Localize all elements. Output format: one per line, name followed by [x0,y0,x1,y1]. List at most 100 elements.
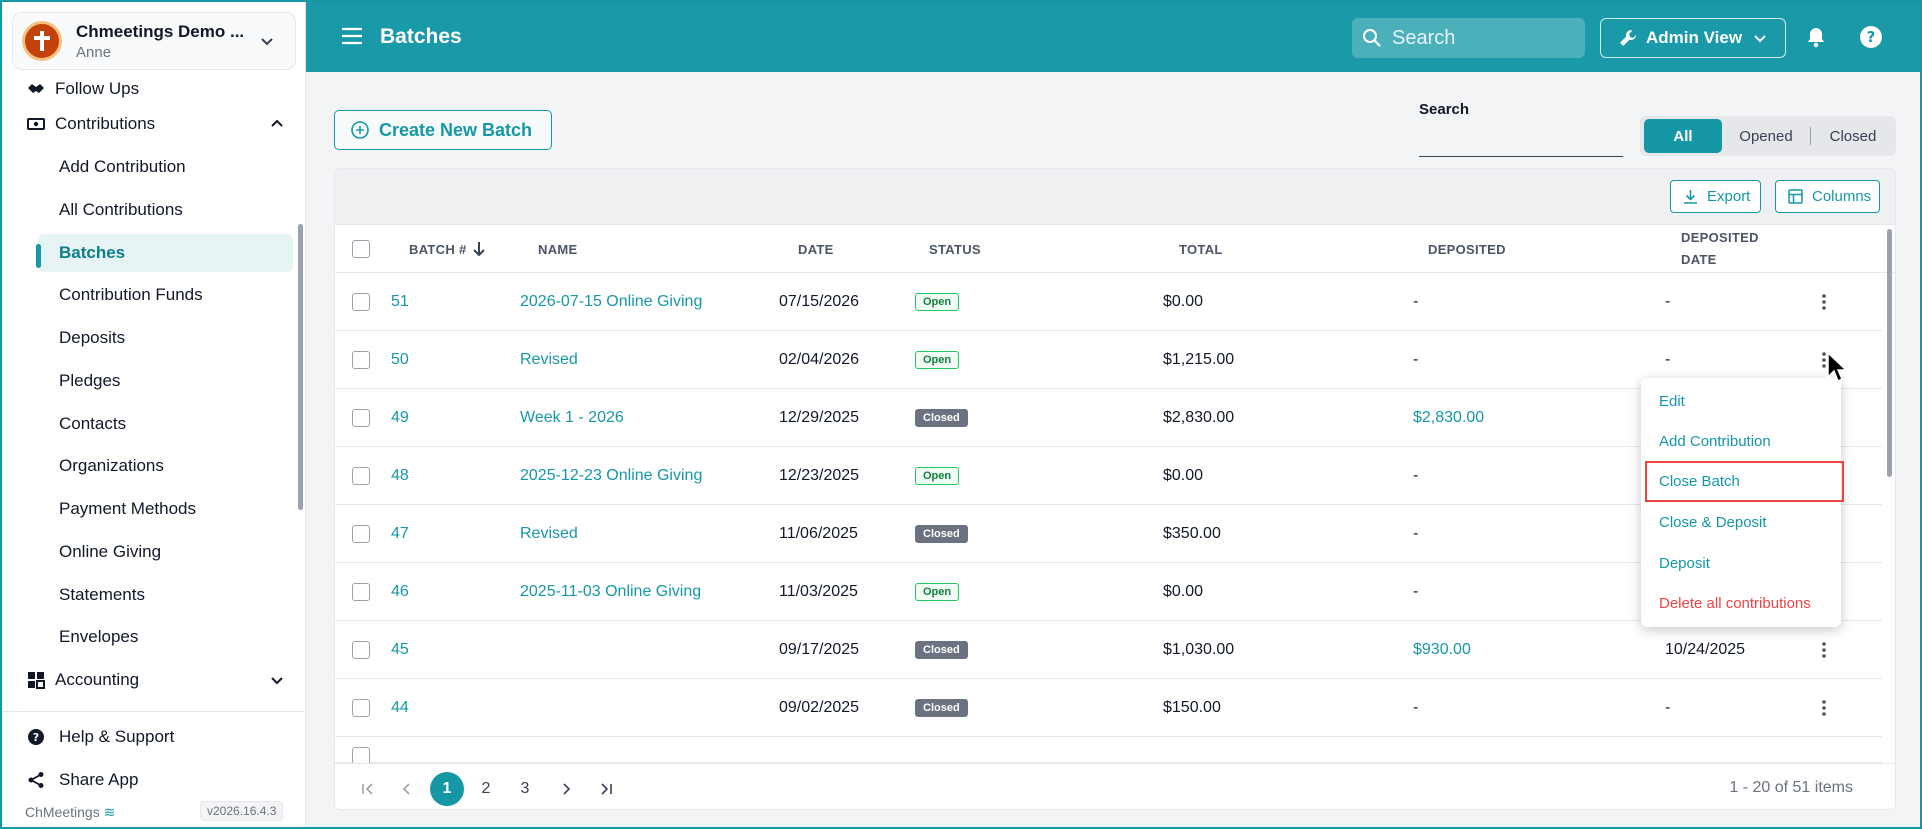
batch-name-link[interactable]: 2026-07-15 Online Giving [520,273,702,331]
col-deposited[interactable]: DEPOSITED [1428,225,1506,273]
menu-edit[interactable]: Edit [1641,381,1841,421]
row-checkbox[interactable] [352,447,370,505]
row-actions-button[interactable] [1822,679,1826,737]
batch-number-link[interactable]: 51 [391,273,409,331]
menu-icon[interactable] [342,27,362,45]
filter-opened[interactable]: Opened [1722,119,1810,153]
sidebar-item-deposits[interactable]: Deposits [2,319,304,357]
row-checkbox[interactable] [352,737,370,765]
menu-deposit[interactable]: Deposit [1641,543,1841,583]
sidebar-item-statements[interactable]: Statements [2,576,304,614]
col-status[interactable]: STATUS [929,225,981,273]
batch-number-link[interactable]: 47 [391,505,409,563]
row-checkbox[interactable] [352,679,370,737]
col-batch-number[interactable]: BATCH # [409,225,486,273]
col-date[interactable]: DATE [798,225,834,273]
row-checkbox[interactable] [352,621,370,679]
filter-closed[interactable]: Closed [1811,119,1895,153]
last-page-button[interactable] [589,772,623,806]
first-page-icon [362,783,373,795]
next-page-button[interactable] [549,772,583,806]
batch-name-link[interactable]: 2025-11-03 Online Giving [520,563,701,621]
sidebar-item-accounting[interactable]: Accounting [2,661,304,692]
help-icon[interactable]: ? [1859,25,1883,49]
page-1-button[interactable]: 1 [430,772,464,806]
columns-button[interactable]: Columns [1775,180,1880,213]
menu-close-and-deposit[interactable]: Close & Deposit [1641,502,1841,542]
batch-name-link[interactable]: Revised [520,505,578,563]
menu-add-contribution[interactable]: Add Contribution [1641,421,1841,461]
sidebar-item-online-giving[interactable]: Online Giving [2,533,304,571]
global-search[interactable] [1352,18,1585,58]
checkbox[interactable] [352,583,370,601]
admin-view-dropdown[interactable]: Admin View [1600,18,1786,58]
sidebar-item-batches[interactable]: Batches [38,234,293,272]
batch-number-link[interactable]: 44 [391,679,409,737]
sidebar-item-contributions[interactable]: Contributions [2,105,304,143]
batch-search-input[interactable] [1419,156,1623,157]
chevron-down-icon[interactable] [259,33,275,49]
batch-name-link[interactable]: Week 1 - 2026 [520,389,624,447]
deposited-date: - [1665,699,1671,716]
status-filter: All Opened Closed [1640,116,1896,156]
checkbox[interactable] [352,293,370,311]
top-header: Batches Admin View ? [306,2,1920,72]
first-page-button[interactable] [351,772,385,806]
prev-page-button[interactable] [390,772,424,806]
sidebar-item-follow-ups[interactable]: Follow Ups [2,70,304,108]
bell-icon[interactable] [1805,26,1827,48]
menu-delete-all-contributions[interactable]: Delete all contributions [1641,583,1841,623]
sidebar-item-payment-methods[interactable]: Payment Methods [2,490,304,528]
search-input[interactable] [1392,26,1572,50]
select-all-checkbox[interactable] [352,225,370,273]
sidebar-item-add-contribution[interactable]: Add Contribution [2,148,304,186]
row-checkbox[interactable] [352,505,370,563]
checkbox[interactable] [352,641,370,659]
menu-close-batch[interactable]: Close Batch [1645,461,1844,502]
share-app-link[interactable]: Share App [2,763,304,797]
org-switcher[interactable]: Chmeetings Demo ... Anne [12,12,296,70]
col-total[interactable]: TOTAL [1179,225,1223,273]
page-2-button[interactable]: 2 [469,772,503,806]
batch-number-link[interactable]: 48 [391,447,409,505]
row-checkbox[interactable] [352,331,370,389]
page-3-button[interactable]: 3 [508,772,542,806]
batch-name-link[interactable]: Revised [520,331,578,389]
create-batch-button[interactable]: Create New Batch [334,110,552,150]
batch-number-link[interactable]: 46 [391,563,409,621]
sidebar-scrollbar[interactable] [298,224,303,510]
table-scrollbar[interactable] [1887,229,1892,477]
deposited-amount: - [1413,699,1419,716]
sidebar-item-organizations[interactable]: Organizations [2,447,304,485]
table-row[interactable]: 44 09/02/2025 Closed $150.00 - - [335,679,1882,737]
checkbox[interactable] [352,351,370,369]
checkbox[interactable] [352,409,370,427]
checkbox[interactable] [352,240,370,258]
table-row[interactable]: 45 09/17/2025 Closed $1,030.00 $930.00 1… [335,621,1882,679]
help-support-link[interactable]: ? Help & Support [2,720,304,754]
sidebar-item-contacts[interactable]: Contacts [2,405,304,443]
row-actions-button[interactable] [1822,621,1826,679]
batch-number-link[interactable]: 49 [391,389,409,447]
row-actions-button[interactable] [1822,273,1826,331]
sidebar-item-envelopes[interactable]: Envelopes [2,618,304,656]
batch-number-link[interactable]: 50 [391,331,409,389]
col-deposited-date[interactable]: DEPOSITED DATE [1681,225,1759,273]
table-row[interactable]: 51 2026-07-15 Online Giving 07/15/2026 O… [335,273,1882,331]
row-checkbox[interactable] [352,563,370,621]
filter-all[interactable]: All [1644,119,1722,153]
checkbox[interactable] [352,467,370,485]
row-checkbox[interactable] [352,273,370,331]
deposited-amount[interactable]: $930.00 [1413,621,1471,679]
row-checkbox[interactable] [352,389,370,447]
col-name[interactable]: NAME [538,225,577,273]
export-button[interactable]: Export [1670,180,1761,213]
batch-number-link[interactable]: 45 [391,621,409,679]
checkbox[interactable] [352,699,370,717]
checkbox[interactable] [352,525,370,543]
sidebar-item-contribution-funds[interactable]: Contribution Funds [2,276,304,314]
sidebar-item-all-contributions[interactable]: All Contributions [2,191,304,229]
batch-name-link[interactable]: 2025-12-23 Online Giving [520,447,702,505]
sidebar-item-pledges[interactable]: Pledges [2,362,304,400]
deposited-amount[interactable]: $2,830.00 [1413,389,1484,447]
